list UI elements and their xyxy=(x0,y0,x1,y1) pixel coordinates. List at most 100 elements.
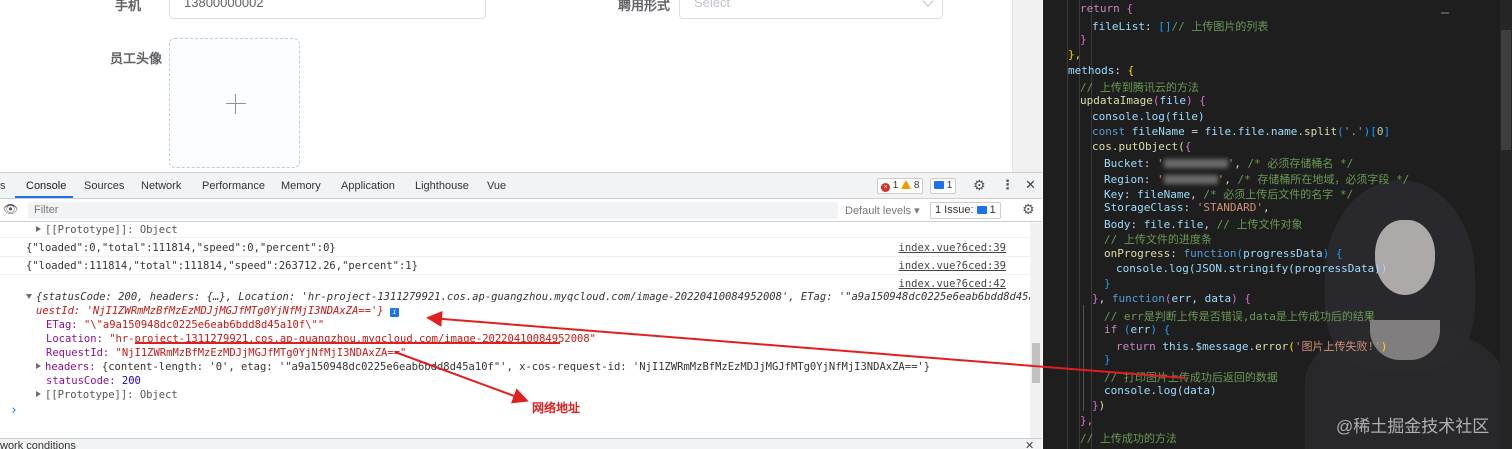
active-tab-indicator xyxy=(15,196,73,198)
tab-network[interactable]: Network xyxy=(141,180,181,192)
code-line: methods: { xyxy=(1068,64,1135,77)
employ-type-label: 聘用形式 xyxy=(618,0,671,13)
property-location: Location: "hr-project-1311279921.cos.ap-… xyxy=(46,333,596,345)
tab-elements[interactable]: s xyxy=(0,180,6,192)
console-output: [[Prototype]]: Object {"loaded":0,"total… xyxy=(0,223,1030,448)
code-line: // 上传成功的方法 xyxy=(1080,432,1177,445)
phone-input[interactable]: 13800000002 xyxy=(169,0,486,19)
issues-button[interactable]: 1 Issue: 1 xyxy=(930,202,1001,219)
app-scrollbar[interactable] xyxy=(1012,0,1042,172)
code-line: // err是判断上传是否错误,data是上传成功后的结果 xyxy=(1104,310,1375,323)
log-line-progress-end: {"loaded":111814,"total":111814,"speed":… xyxy=(26,260,418,272)
message-count: 1 xyxy=(946,180,953,191)
plus-icon xyxy=(226,103,246,104)
expand-arrow-icon xyxy=(36,226,41,232)
editor-scrollbar-thumb[interactable] xyxy=(1501,30,1511,150)
code-line: Body: file.file, // 上传文件对象 xyxy=(1104,218,1303,231)
source-link[interactable]: index.vue?6ced:42 xyxy=(899,278,1006,290)
code-line: // 上传到腾讯云的方法 xyxy=(1080,81,1199,94)
code-line: }, xyxy=(1068,48,1082,61)
watermark-text: @稀土掘金技术社区 xyxy=(1336,417,1490,436)
code-line: StorageClass: 'STANDARD', xyxy=(1104,201,1270,214)
expand-arrow-icon xyxy=(36,391,41,397)
filter-placeholder: Filter xyxy=(34,204,59,216)
code-line: onProgress: function(progressData) { xyxy=(1104,247,1343,260)
console-prompt[interactable]: › xyxy=(10,403,1030,418)
chevron-down-icon xyxy=(922,0,934,7)
tab-lighthouse[interactable]: Lighthouse xyxy=(415,180,469,192)
warning-icon xyxy=(901,180,912,189)
log-line-progress-start: {"loaded":0,"total":111814,"speed":0,"pe… xyxy=(26,242,336,254)
issues-label: 1 Issue: xyxy=(935,204,974,216)
code-line: updataImage(file) { xyxy=(1080,94,1206,107)
object-summary-cont: uestId: 'NjI1ZWRmMzBfMzEzMDJjMGJfMTg0YjN… xyxy=(36,305,1030,317)
list-item[interactable]: [[Prototype]]: Object xyxy=(36,224,1030,236)
gear-icon[interactable]: ⚙ xyxy=(973,177,986,194)
app-form-area: 手机 13800000002 聘用形式 Select 员工头像 xyxy=(0,0,1042,172)
code-line: }, function(err, data) { xyxy=(1092,292,1251,305)
object-summary[interactable]: {statusCode: 200, headers: {…}, Location… xyxy=(26,291,1030,303)
source-link[interactable]: index.vue?6ced:39 xyxy=(899,242,1006,254)
error-warning-badge[interactable]: × 1 8 xyxy=(877,178,924,194)
source-link[interactable]: index.vue?6ced:39 xyxy=(899,260,1006,272)
row-divider xyxy=(0,256,1030,257)
tab-console[interactable]: Console xyxy=(26,180,66,192)
error-icon: × xyxy=(881,183,890,192)
console-scrollbar[interactable] xyxy=(1030,223,1042,448)
property-headers[interactable]: headers: {content-length: '0', etag: '"a… xyxy=(36,361,1030,373)
issue-icon xyxy=(976,206,987,214)
more-options-icon[interactable]: ⋮ xyxy=(1001,177,1014,193)
employ-type-select[interactable]: Select xyxy=(679,0,943,19)
expand-arrow-icon xyxy=(36,363,41,369)
code-line: Key: fileName, /* 必须上传后文件的名字 */ xyxy=(1104,188,1354,201)
annotation-label: 网络地址 xyxy=(532,401,581,415)
tab-application[interactable]: Application xyxy=(341,180,395,192)
issues-count: 1 xyxy=(989,204,996,216)
code-line: const fileName = file.file.name.split('.… xyxy=(1092,125,1391,138)
phone-input-value: 13800000002 xyxy=(184,0,264,10)
default-levels-dropdown[interactable]: Default levels ▾ xyxy=(845,204,920,217)
drawer-close-icon[interactable]: ✕ xyxy=(1025,439,1034,449)
tab-vue[interactable]: Vue xyxy=(487,180,506,192)
code-line: } xyxy=(1104,277,1111,290)
drawer-tab-network-conditions[interactable]: work conditions xyxy=(0,440,76,449)
avatar-uploader[interactable] xyxy=(169,38,300,168)
console-filter-bar: 👁 Filter Default levels ▾ 1 Issue: 1 ⚙ xyxy=(0,200,1042,222)
code-line: cos.putObject({ xyxy=(1092,140,1192,153)
devtools-tab-bar: s Console Sources Network Performance Me… xyxy=(0,173,1042,199)
code-line: } xyxy=(1080,33,1087,46)
property-etag: ETag: "\"a9a150948dc0225e6eab6bdd8d45a10… xyxy=(46,319,325,331)
list-item: {"loaded":0,"total":111814,"speed":0,"pe… xyxy=(26,242,1030,254)
drawer-bar: work conditions ✕ xyxy=(0,438,1042,449)
illustration-face xyxy=(1375,220,1435,295)
code-line: fileList: []// 上传图片的列表 xyxy=(1092,20,1269,33)
property-requestid: RequestId: "NjI1ZWRmMzBfMzEzMDJjMGJfMTg0… xyxy=(46,347,407,359)
message-icon xyxy=(934,181,944,189)
code-line: return { xyxy=(1080,2,1133,15)
devtools-panel: s Console Sources Network Performance Me… xyxy=(0,172,1042,449)
code-line: // 打印图片上传成功后返回的数据 xyxy=(1104,371,1278,384)
close-icon[interactable]: ✕ xyxy=(1025,177,1036,193)
code-line: // 上传文件的进度条 xyxy=(1104,233,1212,246)
selection-guide xyxy=(1083,305,1115,411)
row-divider xyxy=(0,274,1030,275)
console-scrollbar-thumb[interactable] xyxy=(1032,343,1040,383)
collapse-arrow-icon xyxy=(26,294,32,299)
minimap-marker xyxy=(1441,12,1449,14)
redacted-value xyxy=(1163,175,1218,184)
property-statuscode: statusCode: 200 xyxy=(46,375,141,387)
filter-input[interactable]: Filter xyxy=(28,202,838,219)
tab-performance[interactable]: Performance xyxy=(202,180,265,192)
row-divider xyxy=(0,237,1030,238)
message-badge[interactable]: 1 xyxy=(930,178,957,194)
tab-memory[interactable]: Memory xyxy=(281,180,321,192)
code-line: console.log(data) xyxy=(1104,384,1217,397)
phone-label: 手机 xyxy=(115,0,142,13)
eye-icon[interactable]: 👁 xyxy=(3,202,18,216)
console-settings-icon[interactable]: ⚙ xyxy=(1022,201,1035,218)
avatar-label: 员工头像 xyxy=(110,51,163,66)
error-count: 1 xyxy=(892,180,899,191)
code-line: Region: ' ', /* 存储桶所在地域，必须字段 */ xyxy=(1104,173,1410,186)
info-icon[interactable]: i xyxy=(390,308,400,317)
tab-sources[interactable]: Sources xyxy=(84,180,124,192)
